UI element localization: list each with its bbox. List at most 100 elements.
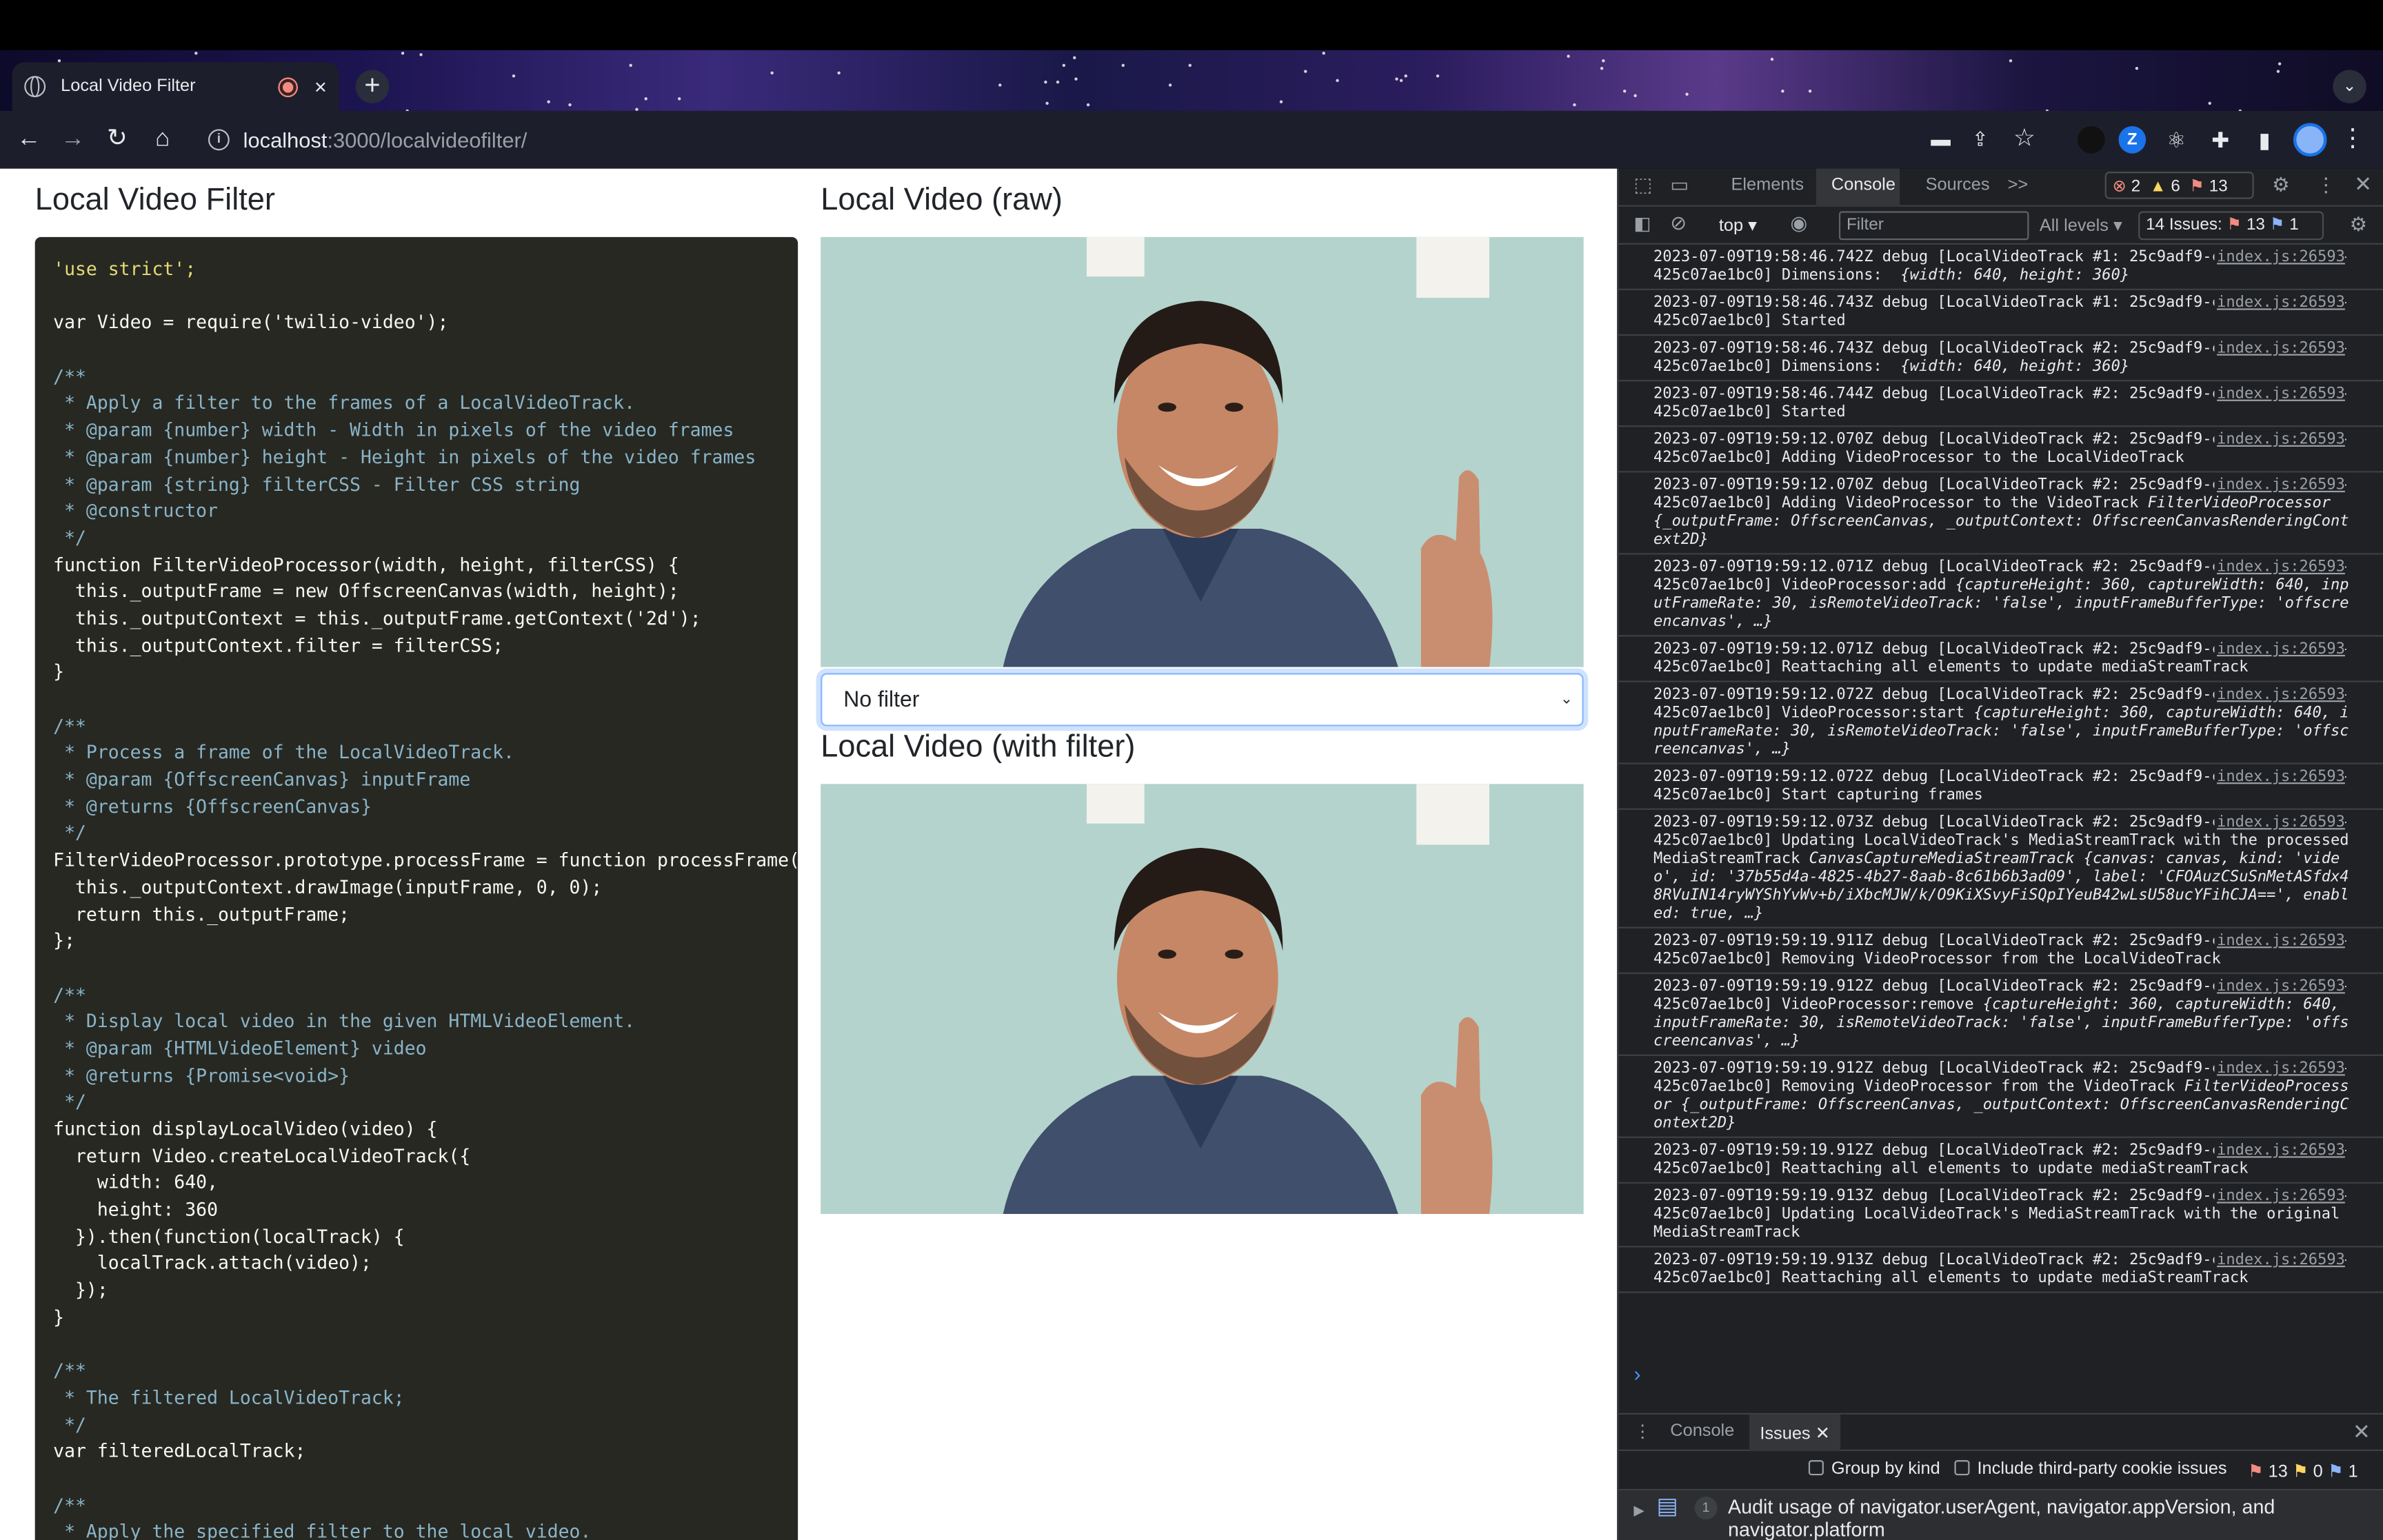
source-link[interactable]: index.js:26593 — [2213, 687, 2345, 705]
code-line: var Video = require('twilio-video'); — [53, 312, 449, 334]
console-filter-input[interactable]: Filter — [1838, 211, 2029, 241]
star-decoration — [678, 97, 681, 101]
console-object-preview[interactable]: {width: 640, height: 360} — [1900, 267, 2129, 284]
close-devtools-icon[interactable]: ✕ — [2354, 172, 2372, 197]
star-decoration — [1335, 79, 1339, 83]
code-line: /** — [53, 1494, 86, 1516]
source-link[interactable]: index.js:26593 — [2213, 431, 2345, 450]
star-decoration — [2135, 66, 2139, 70]
filter-select-value: No filter — [843, 688, 920, 713]
console-object-preview[interactable]: {width: 640, height: 360} — [1900, 358, 2129, 375]
inspect-element-icon[interactable]: ⬚ — [1633, 173, 1652, 197]
source-link[interactable]: index.js:26593 — [2213, 249, 2345, 267]
profile-avatar[interactable] — [2293, 123, 2327, 157]
log-levels-dropdown[interactable]: All levels ▾ — [2040, 214, 2122, 235]
code-line: * Process a frame of the LocalVideoTrack… — [53, 742, 514, 764]
tab-elements[interactable]: Elements — [1731, 176, 1804, 194]
code-line: * @constructor — [53, 500, 219, 522]
console-message: 2023-07-09T19:59:19.912Z debug [LocalVid… — [1618, 1056, 2383, 1138]
chevron-down-icon: ⌄ — [1560, 691, 1573, 709]
tab-search-icon[interactable]: ⌄ — [2333, 70, 2366, 103]
error-warning-counter[interactable]: ⊗ 2 ▲ 6 ⚑ 13 — [2104, 172, 2254, 199]
forward-icon[interactable]: → — [57, 123, 90, 156]
console-settings-icon[interactable]: ⚙ — [2350, 213, 2368, 237]
sidebar-toggle-icon[interactable]: ◧ — [1633, 213, 1651, 234]
new-tab-button[interactable]: + — [355, 70, 390, 103]
source-link[interactable]: index.js:26593 — [2213, 340, 2345, 359]
more-tabs-icon[interactable]: >> — [2008, 176, 2029, 194]
source-link[interactable]: index.js:26593 — [2213, 294, 2345, 314]
drawer-tab-issues[interactable]: Issues ✕ — [1749, 1415, 1841, 1451]
console-message: 2023-07-09T19:59:12.071Z debug [LocalVid… — [1618, 554, 2383, 637]
device-toolbar-icon[interactable]: ▭ — [1670, 173, 1689, 197]
source-link[interactable]: index.js:26593 — [2213, 814, 2345, 833]
close-issues-tab-icon[interactable]: ✕ — [1816, 1425, 1830, 1443]
issue-error-icon: ⚑ — [2247, 1463, 2264, 1481]
source-link[interactable]: index.js:26593 — [2213, 641, 2345, 660]
site-info-icon[interactable]: i — [208, 129, 230, 151]
share-icon[interactable]: ⇪ — [1964, 123, 1997, 156]
source-link[interactable]: index.js:26593 — [2213, 1142, 2345, 1161]
third-party-label: Include third-party cookie issues — [1977, 1460, 2227, 1479]
camera-icon[interactable]: ▬ — [1924, 123, 1957, 156]
browser-tab[interactable]: Local Video Filter × — [12, 62, 339, 111]
react-extension-icon[interactable]: ⚛ — [2160, 123, 2193, 156]
source-link[interactable]: index.js:26593 — [2213, 1252, 2345, 1270]
message-icon: ▤ — [1656, 1493, 1678, 1520]
tab-console[interactable]: Console — [1831, 176, 1896, 194]
issues-button[interactable]: 14 Issues: ⚑ 13 ⚑ 1 — [2138, 211, 2324, 241]
console-prompt-icon[interactable]: › — [1633, 1361, 1640, 1386]
console-message: 2023-07-09T19:59:12.072Z debug [LocalVid… — [1618, 764, 2383, 810]
source-link[interactable]: index.js:26593 — [2213, 769, 2345, 787]
extensions-puzzle-icon[interactable]: ✚ — [2204, 123, 2237, 156]
reload-icon[interactable]: ↻ — [100, 123, 133, 156]
source-link[interactable]: index.js:26593 — [2213, 385, 2345, 405]
issue-item[interactable]: ▶ ▤ 1 Audit usage of navigator.userAgent… — [1618, 1490, 2383, 1540]
star-decoration — [1622, 89, 1626, 93]
drawer-menu-icon[interactable]: ⋮ — [1633, 1421, 1651, 1441]
expand-triangle-icon[interactable]: ▶ — [1633, 1499, 1644, 1522]
back-icon[interactable]: ← — [12, 123, 46, 156]
source-link[interactable]: index.js:26593 — [2213, 978, 2345, 997]
bookmark-star-icon[interactable]: ☆ — [2008, 123, 2041, 156]
browser-menu-icon[interactable]: ⋮ — [2336, 123, 2369, 156]
source-link[interactable]: index.js:26593 — [2213, 559, 2345, 578]
close-drawer-icon[interactable]: ✕ — [2353, 1419, 2371, 1445]
code-line: var filteredLocalTrack; — [53, 1441, 306, 1462]
warning-icon: ▲ — [2149, 177, 2166, 196]
third-party-checkbox[interactable]: Include third-party cookie issues — [1954, 1460, 2227, 1479]
checkbox-box — [1954, 1460, 1970, 1476]
console-message: 2023-07-09T19:59:19.913Z debug [LocalVid… — [1618, 1184, 2383, 1248]
source-link[interactable]: index.js:26593 — [2213, 1188, 2345, 1207]
console-message: 2023-07-09T19:59:19.911Z debug [LocalVid… — [1618, 929, 2383, 974]
code-line: width: 640, — [53, 1172, 219, 1194]
zoom-extension-icon[interactable]: Z — [2118, 125, 2146, 154]
devtools-menu-icon[interactable]: ⋮ — [2316, 173, 2336, 197]
side-panel-icon[interactable]: ▮ — [2248, 123, 2281, 156]
settings-gear-icon[interactable]: ⚙ — [2272, 173, 2290, 197]
source-link[interactable]: index.js:26593 — [2213, 933, 2345, 951]
clear-console-icon[interactable]: ⊘ — [1670, 211, 1687, 235]
url-path: :3000/localvideofilter/ — [327, 128, 527, 152]
filter-select[interactable]: No filter ⌄ — [821, 673, 1584, 727]
devtools-tab-bar: ⬚ ▭ Elements Console Sources >> ⊗ 2 ▲ 6 … — [1618, 168, 2383, 207]
live-expression-eye-icon[interactable]: ◉ — [1790, 211, 1807, 235]
issues-toolbar: Group by kind Include third-party cookie… — [1618, 1451, 2383, 1491]
address-bar[interactable]: i localhost:3000/localvideofilter/ — [196, 120, 2053, 160]
context-selector[interactable]: top ▾ — [1719, 214, 1757, 235]
source-link[interactable]: index.js:26593 — [2213, 1060, 2345, 1079]
home-icon[interactable]: ⌂ — [146, 123, 179, 156]
code-line: /** — [53, 1360, 86, 1381]
tab-close-icon[interactable]: × — [314, 74, 327, 99]
extension-dark-icon[interactable] — [2077, 125, 2105, 154]
star-decoration — [547, 100, 551, 104]
code-line: /** — [53, 715, 86, 737]
group-by-kind-checkbox[interactable]: Group by kind — [1808, 1460, 1940, 1479]
console-message: 2023-07-09T19:59:12.070Z debug [LocalVid… — [1618, 472, 2383, 555]
source-link[interactable]: index.js:26593 — [2213, 477, 2345, 496]
drawer-tab-console[interactable]: Console — [1670, 1422, 1734, 1440]
tab-sources[interactable]: Sources — [1926, 176, 1990, 194]
page-content: Local Video Filter Local Video (raw) 'us… — [0, 168, 1618, 1540]
issue-count: 13 — [2209, 177, 2228, 196]
code-line: FilterVideoProcessor.prototype.processFr… — [53, 849, 798, 871]
